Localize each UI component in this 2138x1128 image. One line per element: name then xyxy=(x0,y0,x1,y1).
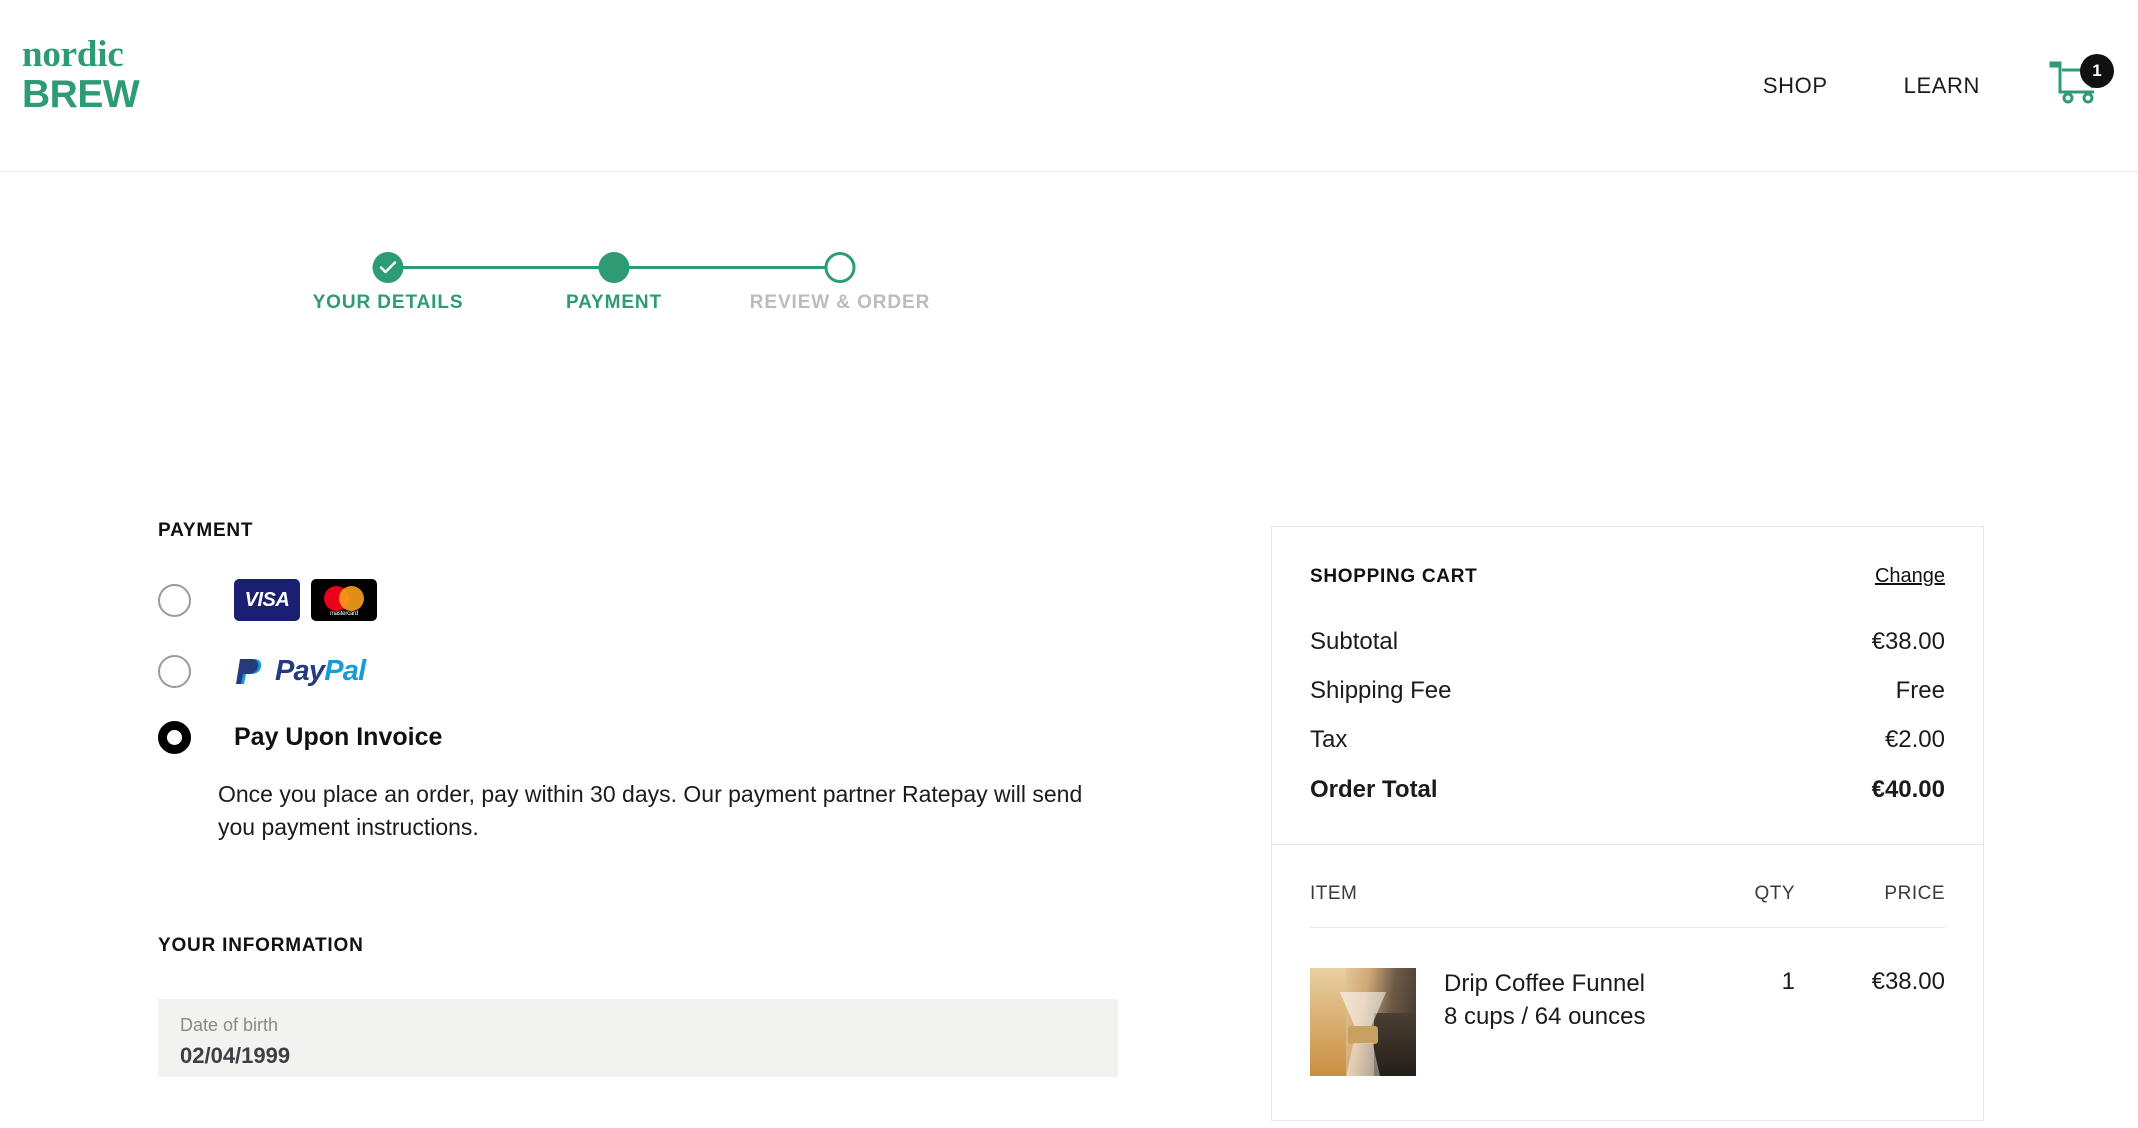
checkmark-icon xyxy=(380,261,397,274)
paypal-wordmark: PayPal xyxy=(275,655,365,688)
radio-paypal[interactable] xyxy=(158,655,191,688)
total-row-shipping: Shipping Fee Free xyxy=(1310,677,1945,705)
step-pending-dot xyxy=(825,252,856,283)
paypal-text-pal: Pal xyxy=(324,655,365,687)
radio-invoice[interactable] xyxy=(158,721,191,754)
step-completed-dot xyxy=(373,252,404,283)
step-active-dot xyxy=(599,252,630,283)
stepper-label-your-details: YOUR DETAILS xyxy=(313,292,464,314)
stepper-label-payment: PAYMENT xyxy=(566,292,662,314)
shipping-value: Free xyxy=(1896,677,1945,705)
payment-option-paypal[interactable]: PayPal xyxy=(158,654,1118,688)
payment-option-invoice-description: Once you place an order, pay within 30 d… xyxy=(218,778,1118,843)
cart-panel-title: SHOPPING CART xyxy=(1310,566,1477,588)
mastercard-yellow-circle xyxy=(339,586,364,611)
cart-button[interactable]: 1 xyxy=(2048,58,2110,114)
thumbnail-stove xyxy=(1374,1013,1416,1076)
mastercard-logo: mastercard xyxy=(311,579,377,621)
cart-table-header: ITEM QTY PRICE xyxy=(1310,883,1945,928)
visa-logo-text: VISA xyxy=(245,589,290,612)
date-of-birth-value: 02/04/1999 xyxy=(180,1043,1096,1069)
column-header-qty: QTY xyxy=(1675,883,1795,905)
product-thumbnail xyxy=(1310,968,1416,1076)
subtotal-value: €38.00 xyxy=(1872,628,1945,656)
column-header-item: ITEM xyxy=(1310,883,1675,905)
total-row-order-total: Order Total €40.00 xyxy=(1310,776,1945,804)
order-total-value: €40.00 xyxy=(1872,776,1945,804)
thumbnail-wall xyxy=(1310,968,1346,1076)
thumbnail-wood-collar xyxy=(1348,1026,1378,1043)
radio-card[interactable] xyxy=(158,584,191,617)
shopping-cart-panel: SHOPPING CART Change Subtotal €38.00 Shi… xyxy=(1271,526,1984,1121)
cart-totals: Subtotal €38.00 Shipping Fee Free Tax €2… xyxy=(1310,628,1945,804)
nav-link-shop[interactable]: SHOP xyxy=(1725,73,1866,99)
payment-option-invoice-title: Pay Upon Invoice xyxy=(234,723,442,752)
tax-value: €2.00 xyxy=(1885,726,1945,754)
brand-logo[interactable]: nordic BREW xyxy=(22,36,139,114)
card-logos: VISA mastercard xyxy=(234,579,377,621)
cart-badge-count: 1 xyxy=(2080,54,2114,88)
tax-label: Tax xyxy=(1310,726,1347,754)
payment-option-card[interactable]: VISA mastercard xyxy=(158,579,1118,621)
cart-header-row: SHOPPING CART Change xyxy=(1310,565,1945,588)
cart-item-price: €38.00 xyxy=(1795,968,1945,996)
nav-link-learn[interactable]: LEARN xyxy=(1866,73,2018,99)
stepper-label-review-order: REVIEW & ORDER xyxy=(750,292,930,314)
cart-item-row: Drip Coffee Funnel 8 cups / 64 ounces 1 … xyxy=(1310,928,1945,1076)
checkout-stepper: YOUR DETAILS PAYMENT REVIEW & ORDER xyxy=(340,230,940,320)
date-of-birth-field[interactable]: Date of birth 02/04/1999 xyxy=(158,999,1118,1077)
paypal-monogram-icon xyxy=(234,654,268,688)
payment-column: PAYMENT VISA mastercard xyxy=(158,520,1118,1128)
shipping-label: Shipping Fee xyxy=(1310,677,1451,705)
cart-item-variant: 8 cups / 64 ounces xyxy=(1444,1001,1675,1032)
checkout-page: YOUR DETAILS PAYMENT REVIEW & ORDER PAYM… xyxy=(0,172,2138,1128)
cart-summary-section: SHOPPING CART Change Subtotal €38.00 Shi… xyxy=(1272,527,1983,844)
subtotal-label: Subtotal xyxy=(1310,628,1398,656)
total-row-tax: Tax €2.00 xyxy=(1310,726,1945,754)
mastercard-logo-text: mastercard xyxy=(311,611,377,617)
cart-item-info: Drip Coffee Funnel 8 cups / 64 ounces xyxy=(1444,968,1675,1032)
cart-item-name: Drip Coffee Funnel xyxy=(1444,968,1674,999)
brand-logo-line1: nordic xyxy=(22,36,139,73)
payment-section-title: PAYMENT xyxy=(158,520,1118,542)
brand-logo-line2: BREW xyxy=(22,75,139,114)
main-navigation: SHOP LEARN 1 xyxy=(1725,0,2110,172)
cart-items-section: ITEM QTY PRICE Drip Coffee Funnel 8 cups… xyxy=(1272,845,1983,1120)
visa-logo: VISA xyxy=(234,579,300,621)
date-of-birth-label: Date of birth xyxy=(180,1015,1096,1037)
column-header-price: PRICE xyxy=(1795,883,1945,905)
payment-option-invoice[interactable]: Pay Upon Invoice xyxy=(158,721,1118,754)
change-cart-link[interactable]: Change xyxy=(1875,565,1945,588)
paypal-text-pay: Pay xyxy=(275,655,324,687)
paypal-logo: PayPal xyxy=(234,654,365,688)
order-total-label: Order Total xyxy=(1310,776,1438,804)
mastercard-circles xyxy=(324,586,364,611)
cart-item-qty: 1 xyxy=(1675,968,1795,996)
total-row-subtotal: Subtotal €38.00 xyxy=(1310,628,1945,656)
site-header: nordic BREW SHOP LEARN 1 xyxy=(0,0,2138,172)
your-information-title: YOUR INFORMATION xyxy=(158,935,1118,957)
